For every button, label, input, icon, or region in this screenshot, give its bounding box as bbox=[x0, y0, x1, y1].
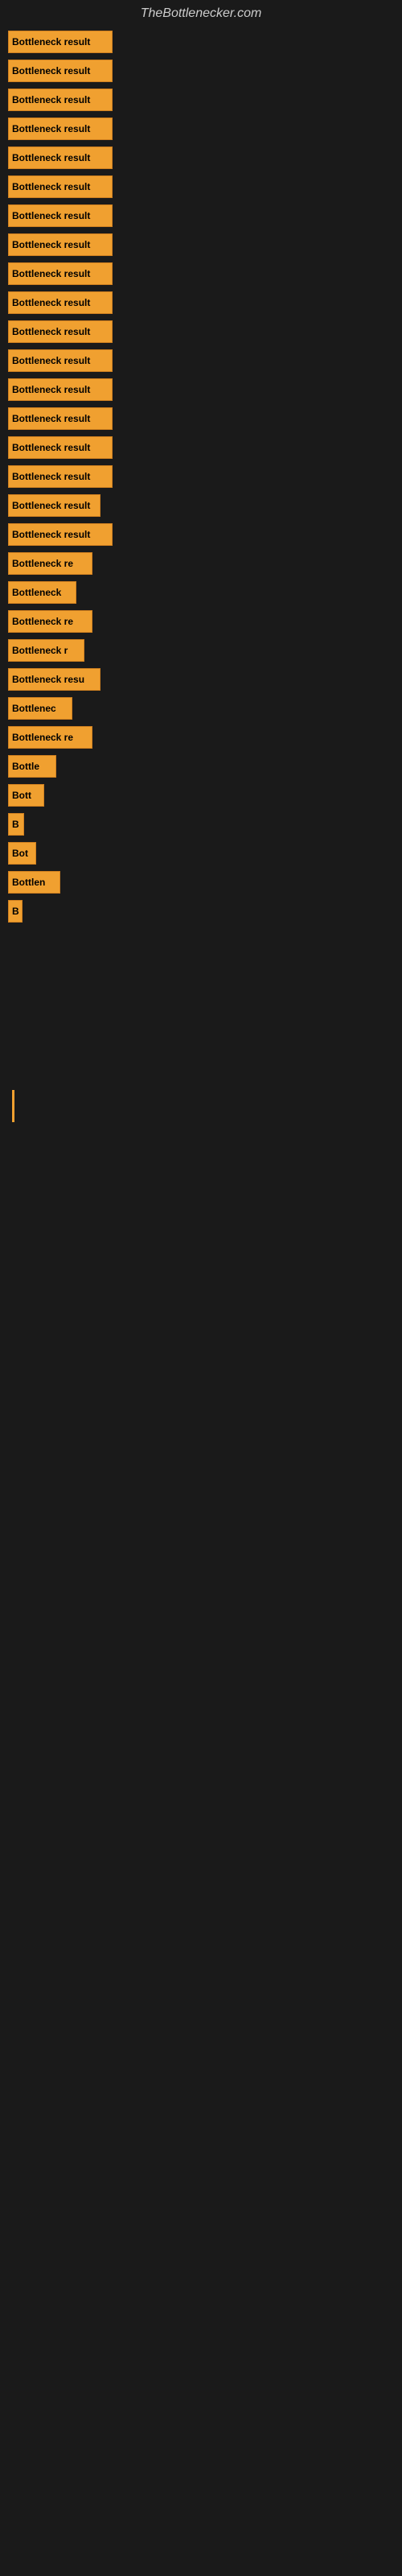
bar-label: Bottleneck r bbox=[12, 645, 68, 656]
result-bar: Bottleneck result bbox=[8, 291, 113, 314]
bar-label: Bottleneck re bbox=[12, 558, 73, 569]
bar-row: Bottleneck result bbox=[8, 320, 394, 343]
result-bar: Bottleneck result bbox=[8, 89, 113, 111]
bar-row: Bottleneck re bbox=[8, 552, 394, 575]
result-bar: Bottleneck result bbox=[8, 204, 113, 227]
bar-label: Bottleneck result bbox=[12, 384, 90, 395]
bar-label: Bottleneck result bbox=[12, 471, 90, 482]
bar-row: Bott bbox=[8, 784, 394, 807]
bar-row: B bbox=[8, 813, 394, 836]
bar-row: Bottleneck result bbox=[8, 89, 394, 111]
bar-label: Bottleneck result bbox=[12, 297, 90, 308]
bar-row: Bottleneck resu bbox=[8, 668, 394, 691]
result-bar: Bottleneck result bbox=[8, 118, 113, 140]
result-bar: Bottlen bbox=[8, 871, 60, 894]
bar-row: Bottleneck result bbox=[8, 147, 394, 169]
thin-bar bbox=[12, 1090, 14, 1122]
result-bar: Bottleneck result bbox=[8, 60, 113, 82]
result-bar: Bottle bbox=[8, 755, 56, 778]
bar-label: B bbox=[12, 906, 19, 917]
result-bar: Bottleneck result bbox=[8, 175, 113, 198]
bar-label: Bottleneck re bbox=[12, 732, 73, 743]
bar-label: Bottleneck result bbox=[12, 152, 90, 163]
bar-label: Bottleneck result bbox=[12, 500, 90, 511]
bar-label: Bottleneck result bbox=[12, 268, 90, 279]
bar-row: Bottleneck bbox=[8, 581, 394, 604]
bar-row: Bottleneck re bbox=[8, 610, 394, 633]
bar-row: Bottleneck result bbox=[8, 523, 394, 546]
bar-row: Bottleneck result bbox=[8, 233, 394, 256]
bar-row: Bottleneck result bbox=[8, 204, 394, 227]
bar-label: Bottleneck result bbox=[12, 123, 90, 134]
result-bar: Bott bbox=[8, 784, 44, 807]
result-bar: Bottleneck re bbox=[8, 610, 92, 633]
bar-row: Bottleneck result bbox=[8, 60, 394, 82]
bar-row: Bottleneck result bbox=[8, 378, 394, 401]
bars-container: Bottleneck result Bottleneck result Bottle… bbox=[0, 31, 402, 929]
bar-label: Bottleneck result bbox=[12, 355, 90, 366]
result-bar: Bottleneck result bbox=[8, 262, 113, 285]
bar-row: Bottleneck result bbox=[8, 262, 394, 285]
bar-row: Bottleneck result bbox=[8, 291, 394, 314]
bar-row: Bottleneck result bbox=[8, 175, 394, 198]
result-bar: Bottlenec bbox=[8, 697, 72, 720]
bar-label: Bottleneck result bbox=[12, 413, 90, 424]
result-bar: Bottleneck result bbox=[8, 31, 113, 53]
result-bar: Bottleneck result bbox=[8, 147, 113, 169]
bar-row: Bottleneck result bbox=[8, 407, 394, 430]
bar-row: Bottlenec bbox=[8, 697, 394, 720]
bar-row: Bottleneck result bbox=[8, 494, 394, 517]
bar-row: Bottleneck result bbox=[8, 349, 394, 372]
bar-label: Bottleneck result bbox=[12, 442, 90, 453]
site-title: TheBottlenecker.com bbox=[0, 0, 402, 31]
result-bar: Bottleneck bbox=[8, 581, 76, 604]
result-bar: Bottleneck result bbox=[8, 465, 113, 488]
bar-row: Bottleneck r bbox=[8, 639, 394, 662]
bar-row: Bottleneck result bbox=[8, 465, 394, 488]
result-bar: Bottleneck result bbox=[8, 320, 113, 343]
bar-label: Bottleneck re bbox=[12, 616, 73, 627]
result-bar: B bbox=[8, 813, 24, 836]
bar-row: Bottleneck result bbox=[8, 118, 394, 140]
bar-label: Bottleneck result bbox=[12, 326, 90, 337]
bar-label: Bottlen bbox=[12, 877, 45, 888]
bar-label: Bottleneck result bbox=[12, 94, 90, 105]
result-bar: Bottleneck result bbox=[8, 407, 113, 430]
bar-row: Bot bbox=[8, 842, 394, 865]
bar-label: Bottleneck result bbox=[12, 181, 90, 192]
bar-row: Bottleneck result bbox=[8, 31, 394, 53]
bar-label: Bot bbox=[12, 848, 28, 859]
bar-label: Bottleneck resu bbox=[12, 674, 84, 685]
result-bar: Bottleneck result bbox=[8, 349, 113, 372]
bar-label: Bottleneck bbox=[12, 587, 61, 598]
result-bar: Bot bbox=[8, 842, 36, 865]
bar-label: Bott bbox=[12, 790, 31, 801]
result-bar: B bbox=[8, 900, 23, 923]
bar-label: Bottleneck result bbox=[12, 65, 90, 76]
result-bar: Bottleneck result bbox=[8, 233, 113, 256]
bar-row: Bottle bbox=[8, 755, 394, 778]
bar-row: Bottleneck result bbox=[8, 436, 394, 459]
extra-bottom bbox=[0, 1090, 402, 1122]
bar-label: Bottleneck result bbox=[12, 210, 90, 221]
bar-row: Bottlen bbox=[8, 871, 394, 894]
result-bar: Bottleneck result bbox=[8, 378, 113, 401]
bar-row: B bbox=[8, 900, 394, 923]
bar-label: Bottlenec bbox=[12, 703, 56, 714]
result-bar: Bottleneck result bbox=[8, 523, 113, 546]
result-bar: Bottleneck re bbox=[8, 552, 92, 575]
bar-label: Bottleneck result bbox=[12, 36, 90, 47]
result-bar: Bottleneck re bbox=[8, 726, 92, 749]
bar-row: Bottleneck re bbox=[8, 726, 394, 749]
result-bar: Bottleneck result bbox=[8, 494, 100, 517]
result-bar: Bottleneck r bbox=[8, 639, 84, 662]
bar-label: Bottle bbox=[12, 761, 39, 772]
bar-label: Bottleneck result bbox=[12, 529, 90, 540]
result-bar: Bottleneck resu bbox=[8, 668, 100, 691]
bar-label: Bottleneck result bbox=[12, 239, 90, 250]
bar-label: B bbox=[12, 819, 19, 830]
result-bar: Bottleneck result bbox=[8, 436, 113, 459]
